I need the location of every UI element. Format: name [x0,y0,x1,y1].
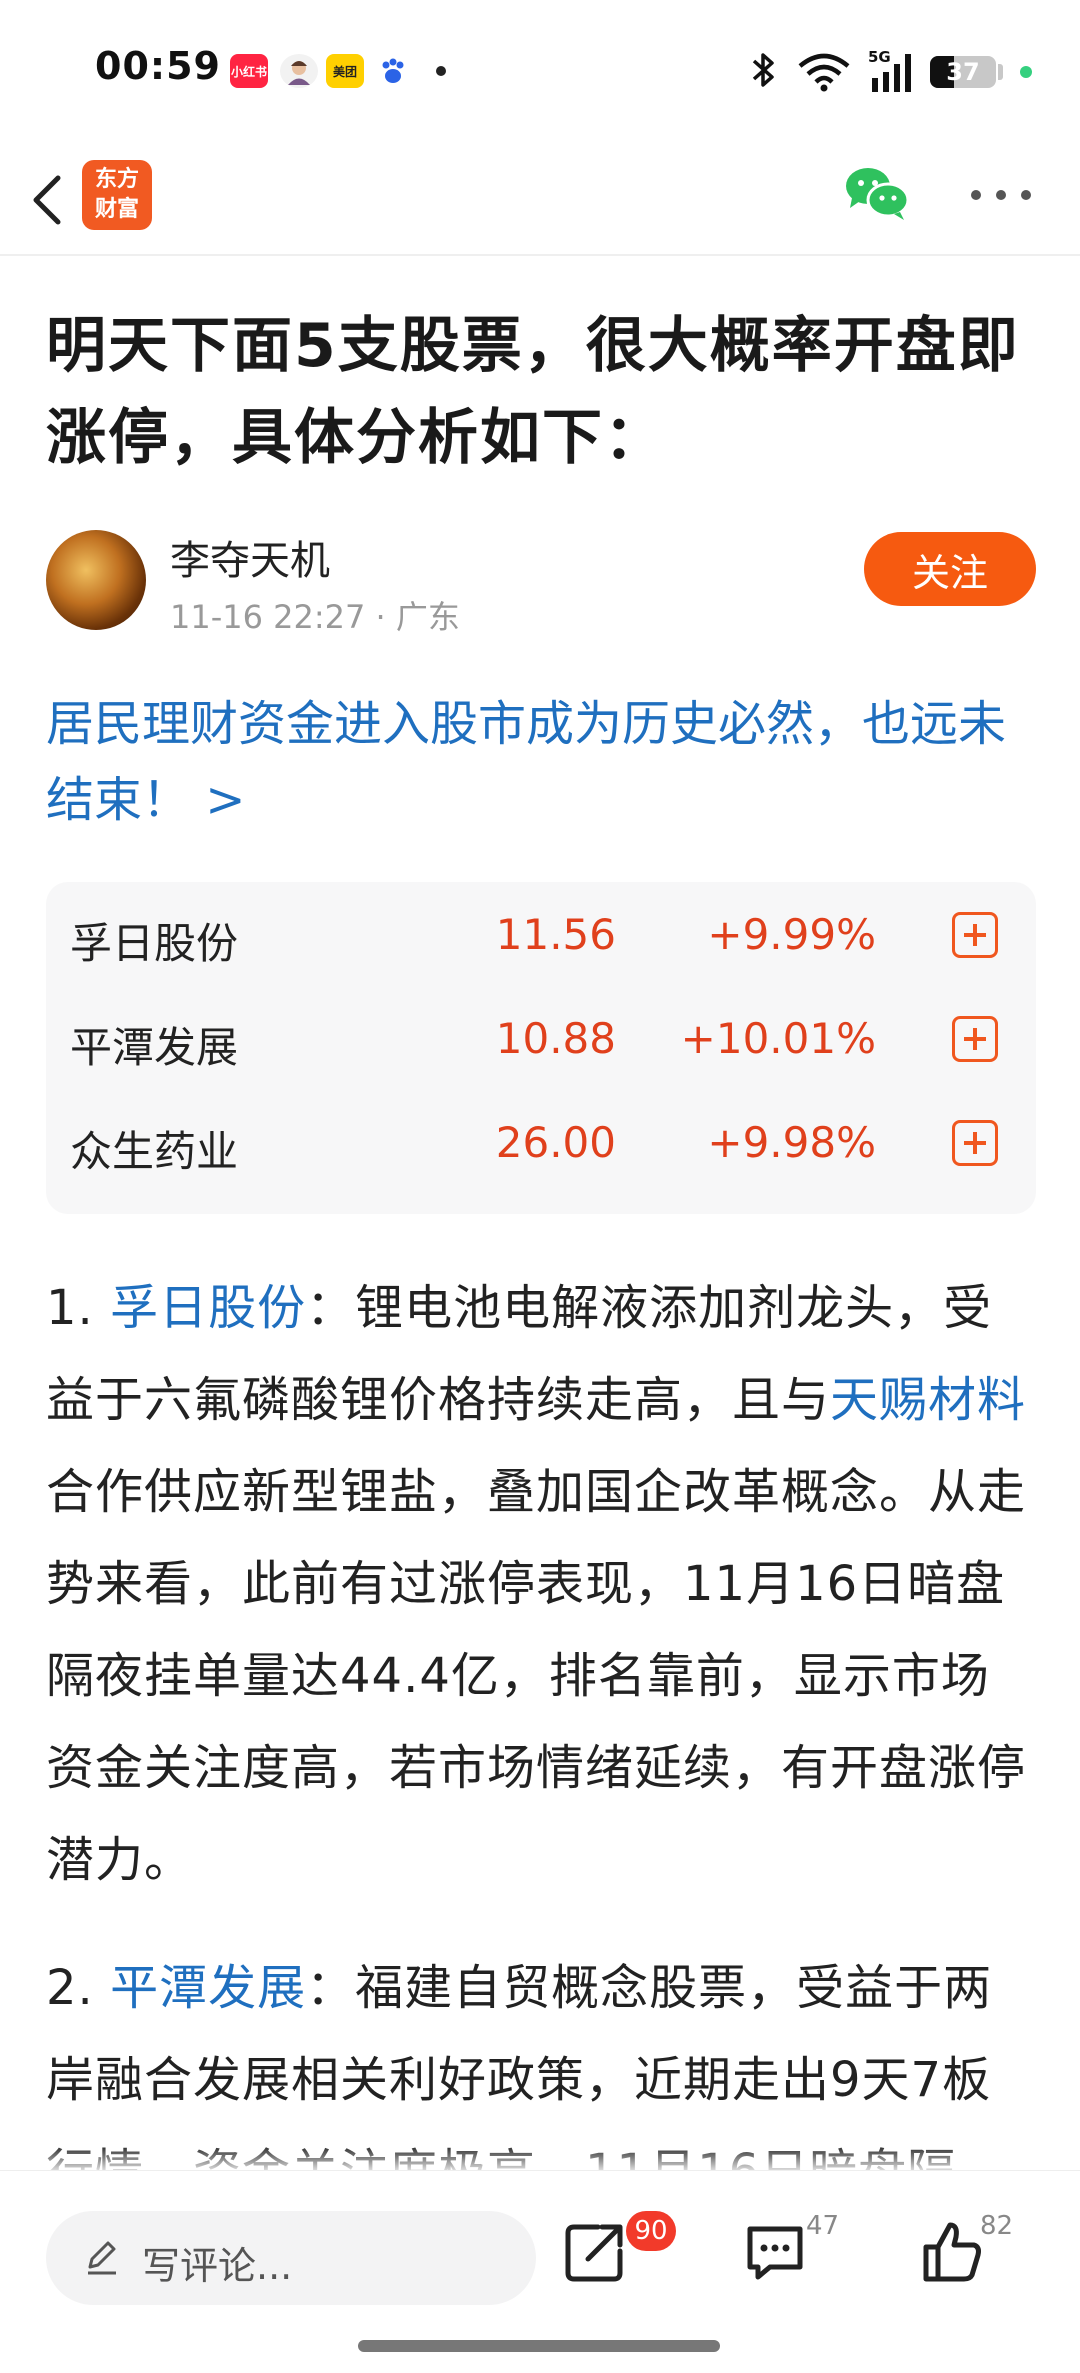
article-paragraph-1: 1. 孚日股份：锂电池电解液添加剂龙头，受益于六氟磷酸锂价格持续走高，且与天赐材… [46,1262,1036,1906]
meituan-app-icon: 美团 [326,54,364,88]
app-logo[interactable]: 东方 财富 [82,160,152,230]
cellular-signal-icon: 5G [868,48,924,100]
stock-name: 众生药业 [70,1127,239,1176]
stock-name: 孚日股份 [70,919,239,968]
battery-tip [998,64,1003,80]
p1-prefix: 1. [46,1280,111,1336]
avatar-notification-icon [280,54,318,88]
add-watchlist-icon[interactable] [952,1120,998,1166]
stock-change: +9.98% [707,1118,876,1167]
baidu-paw-icon [374,54,412,88]
logo-line-2: 财富 [94,197,139,222]
top-nav-bar: 东方 财富 [0,140,1080,256]
author-row: 李夺天机 11-16 22:27 · 广东 关注 [46,520,1036,640]
like-count: 82 [980,2211,1014,2241]
comment-icon[interactable] [740,2217,810,2287]
stock-row[interactable]: 众生药业 26.00 +9.98% [46,1090,1036,1194]
p2-prefix: 2. [46,1960,111,2016]
share-icon[interactable] [560,2217,630,2287]
share-count-badge: 90 [626,2211,676,2251]
privacy-indicator-dot [1020,66,1032,78]
post-meta: 11-16 22:27 · 广东 [170,592,460,638]
author-avatar[interactable] [46,530,146,630]
status-time: 00:59 [95,44,221,88]
post-timestamp: 11-16 22:27 [170,598,366,636]
stock-price: 10.88 [495,1014,616,1063]
wifi-icon [796,52,852,96]
promo-link[interactable]: 居民理财资金进入股市成为历史必然，也远未结束！ > [46,686,1036,838]
status-bar: 00:59 小红书 美团 5G 37 [0,0,1080,140]
comment-input[interactable]: 写评论... [46,2211,536,2305]
comment-placeholder: 写评论... [142,2244,293,2288]
add-watchlist-icon[interactable] [952,912,998,958]
stock-link-pingtan[interactable]: 平潭发展 [110,1960,306,2016]
stock-row[interactable]: 平潭发展 10.88 +10.01% [46,986,1036,1090]
like-thumbs-up-icon[interactable] [918,2217,988,2287]
back-icon[interactable] [22,158,82,238]
stock-link-tianci[interactable]: 天赐材料 [830,1372,1026,1428]
add-watchlist-icon[interactable] [952,1016,998,1062]
notification-dot [436,66,446,76]
author-name[interactable]: 李夺天机 [170,528,330,586]
network-type-label: 5G [868,48,891,66]
comment-count: 47 [806,2211,840,2241]
home-indicator[interactable] [358,2340,720,2352]
bluetooth-icon [750,50,776,99]
stock-row[interactable]: 孚日股份 11.56 +9.99% [46,882,1036,986]
more-options-icon[interactable] [966,180,1036,210]
stock-name: 平潭发展 [70,1023,239,1072]
post-location: · 广东 [375,598,460,636]
stock-price: 11.56 [495,910,616,959]
stock-link-furi[interactable]: 孚日股份 [110,1280,306,1336]
xiaohongshu-app-icon: 小红书 [230,54,268,88]
stock-quote-card: 孚日股份 11.56 +9.99% 平潭发展 10.88 +10.01% 众生药… [46,882,1036,1214]
battery-icon: 37 [930,56,996,88]
article-title: 明天下面5支股票，很大概率开盘即涨停，具体分析如下： [46,311,1020,473]
wechat-share-icon[interactable] [842,158,912,228]
pencil-icon [82,2237,122,2277]
stock-change: +9.99% [707,910,876,959]
p1-text-b: 合作供应新型锂盐，叠加国企改革概念。从走势来看，此前有过涨停表现，11月16日暗… [46,1464,1027,1888]
stock-price: 26.00 [495,1118,616,1167]
stock-change: +10.01% [680,1014,876,1063]
logo-line-1: 东方 [94,167,139,192]
battery-level: 37 [946,58,980,86]
follow-button[interactable]: 关注 [864,532,1036,606]
